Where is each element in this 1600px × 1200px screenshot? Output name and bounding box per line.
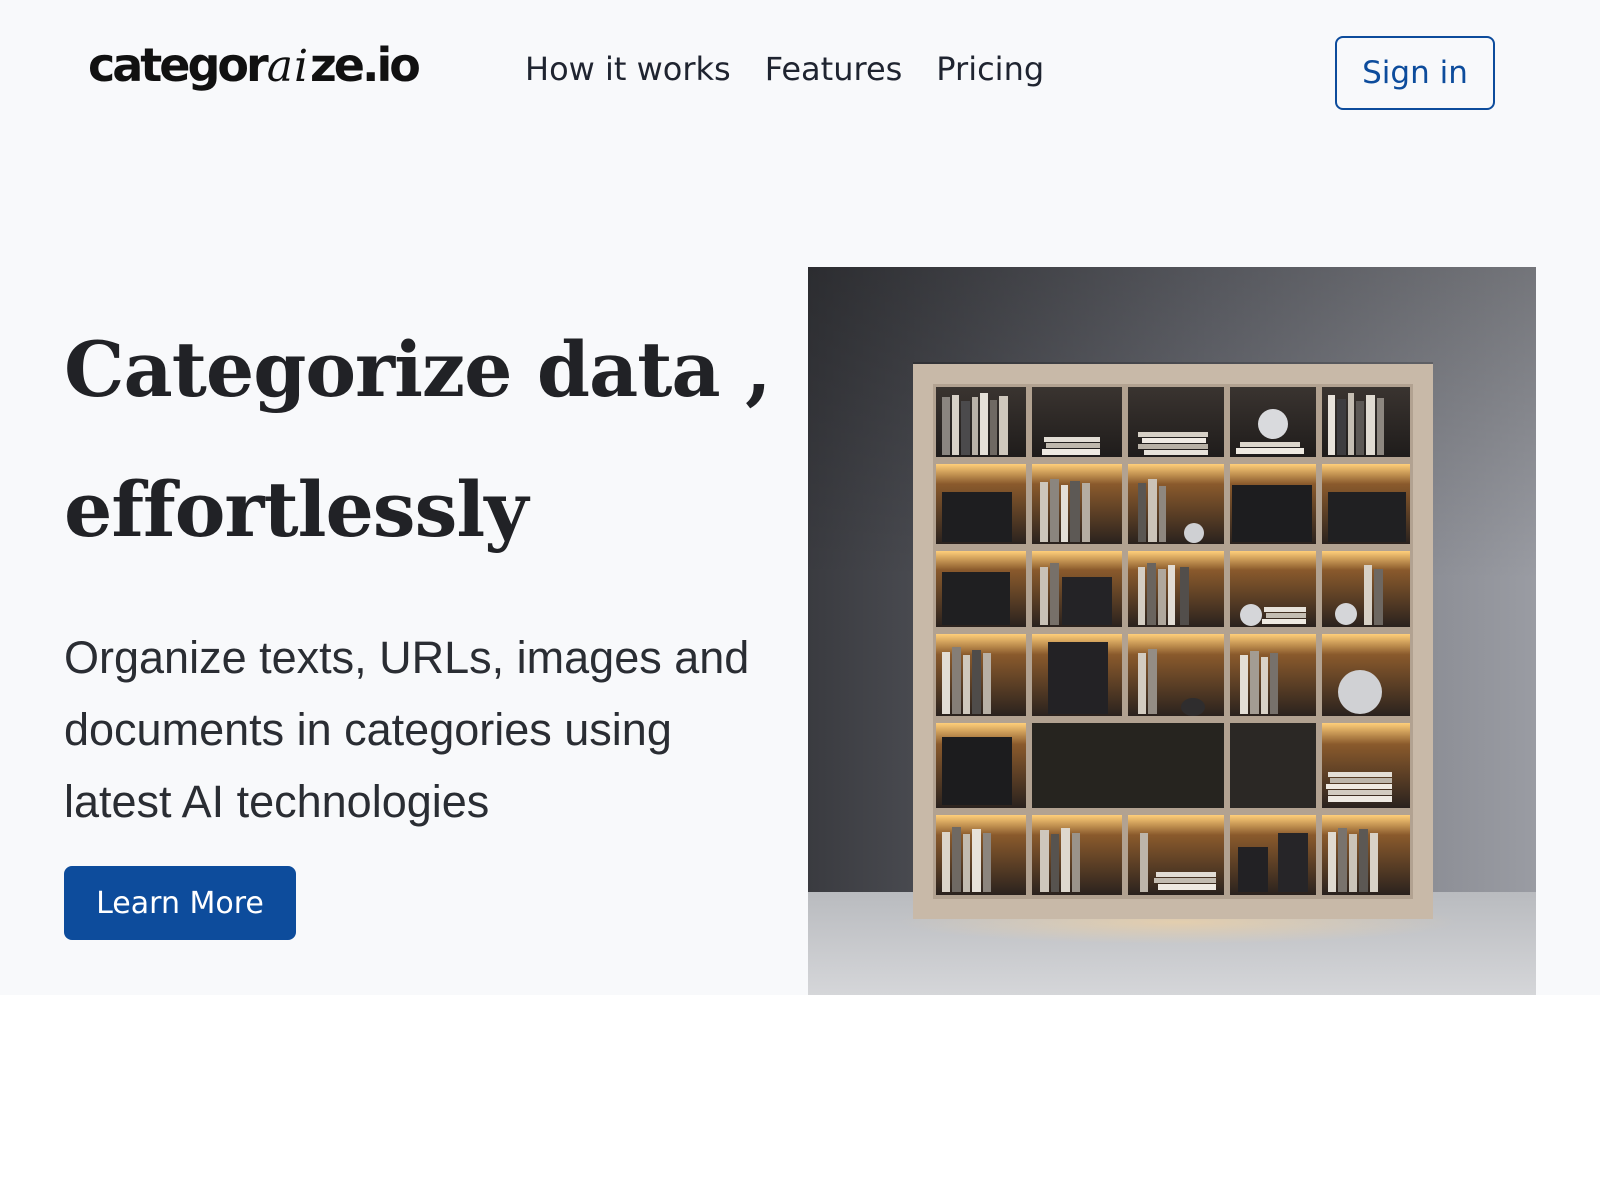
nav-link-pricing[interactable]: Pricing: [936, 50, 1044, 88]
hero-title-line-2: effortlessly: [64, 465, 528, 554]
logo-text-zeio: ze.io: [310, 38, 421, 92]
site-header: categor ai ze.io How it works Features Pri…: [0, 0, 1600, 150]
hero-bookshelf-image: [808, 267, 1536, 995]
learn-more-button[interactable]: Learn More: [64, 866, 296, 940]
bookshelf-illustration: [808, 267, 1536, 995]
logo-text-ai: ai: [266, 41, 310, 92]
hero-subtitle: Organize texts, URLs, images and documen…: [64, 632, 750, 827]
hero-title: Categorize data , effortlessly: [64, 300, 784, 580]
nav-link-how-it-works[interactable]: How it works: [525, 50, 731, 88]
hero-title-line-1: Categorize data ,: [64, 325, 772, 414]
logo[interactable]: categor ai ze.io: [88, 38, 421, 108]
sign-in-button[interactable]: Sign in: [1335, 36, 1495, 110]
logo-text-categor: categor: [88, 38, 269, 92]
nav-link-features[interactable]: Features: [765, 50, 903, 88]
main-nav: How it works Features Pricing: [525, 50, 1044, 88]
